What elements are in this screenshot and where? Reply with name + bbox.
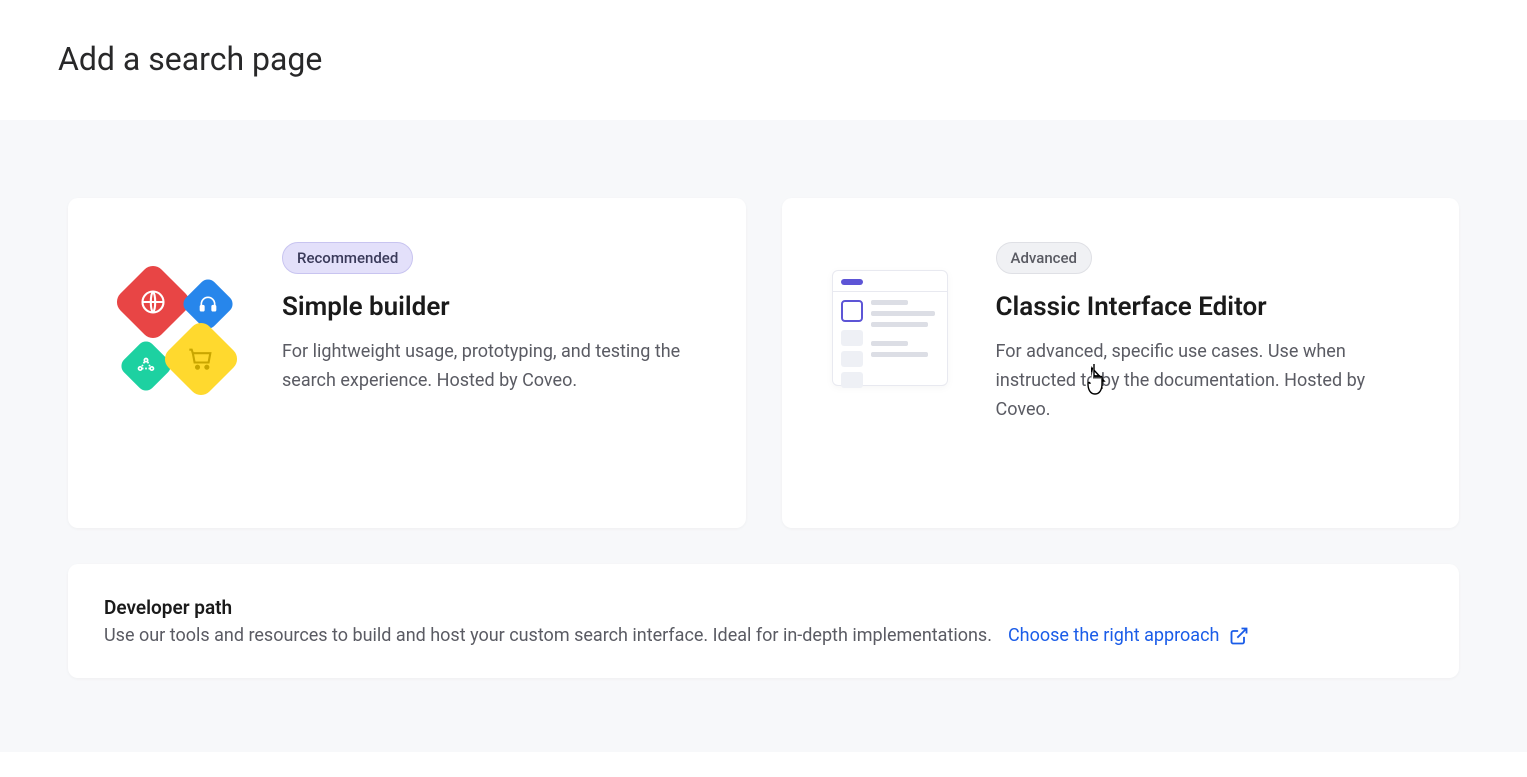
simple-builder-icon	[106, 258, 246, 398]
choose-approach-link[interactable]: Choose the right approach	[1008, 625, 1249, 646]
page-title: Add a search page	[58, 40, 1469, 78]
classic-editor-title: Classic Interface Editor	[996, 292, 1422, 322]
page-header: Add a search page	[0, 0, 1527, 120]
classic-editor-icon	[820, 258, 960, 398]
developer-path-text: Use our tools and resources to build and…	[104, 625, 992, 646]
content-area: Recommended Simple builder For lightweig…	[0, 120, 1527, 752]
advanced-badge: Advanced	[996, 242, 1092, 274]
classic-editor-description: For advanced, specific use cases. Use wh…	[996, 338, 1422, 424]
simple-builder-title: Simple builder	[282, 292, 708, 322]
simple-builder-content: Recommended Simple builder For lightweig…	[282, 238, 708, 396]
choose-approach-link-label: Choose the right approach	[1008, 625, 1219, 646]
developer-path-title: Developer path	[104, 596, 1423, 619]
classic-editor-card[interactable]: Advanced Classic Interface Editor For ad…	[782, 198, 1460, 528]
simple-builder-card[interactable]: Recommended Simple builder For lightweig…	[68, 198, 746, 528]
cart-icon	[160, 318, 242, 400]
classic-editor-content: Advanced Classic Interface Editor For ad…	[996, 238, 1422, 424]
nodes-icon	[118, 338, 175, 395]
option-cards-row: Recommended Simple builder For lightweig…	[68, 198, 1459, 528]
developer-path-card: Developer path Use our tools and resourc…	[68, 564, 1459, 678]
headset-icon	[180, 276, 237, 333]
recommended-badge: Recommended	[282, 242, 413, 274]
simple-builder-description: For lightweight usage, prototyping, and …	[282, 338, 708, 396]
external-link-icon	[1229, 626, 1249, 646]
globe-icon	[112, 261, 194, 343]
